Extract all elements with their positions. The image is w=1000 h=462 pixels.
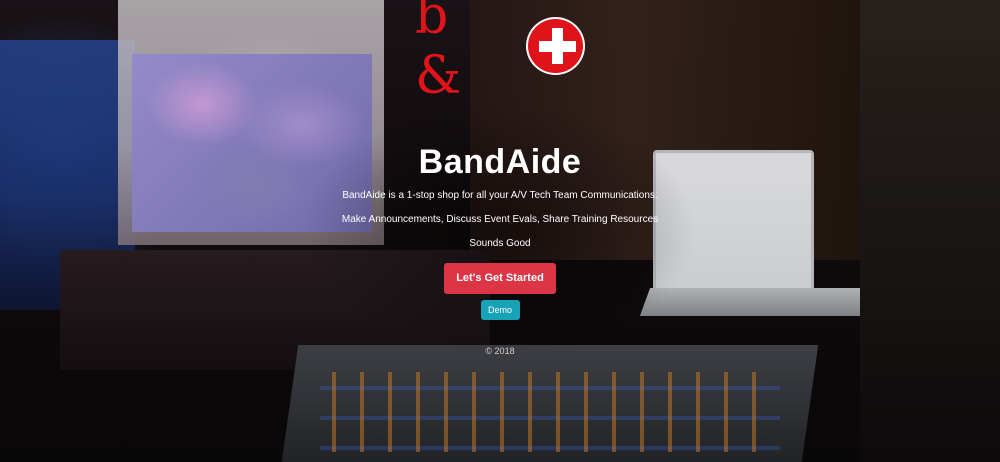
copyright-text: © 2018 [485, 346, 515, 356]
features-text: Make Announcements, Discuss Event Evals,… [341, 214, 659, 225]
site-logo: b & [415, 0, 585, 106]
demo-button[interactable]: Demo [480, 300, 520, 320]
motto-text: Sounds Good [469, 238, 531, 249]
page-title: BandAide [418, 143, 582, 181]
red-cross-icon [525, 17, 585, 75]
tagline-text: BandAide is a 1-stop shop for all your A… [342, 190, 658, 201]
logo-text: b & [415, 0, 464, 106]
hero-section: BandAide BandAide is a 1-stop shop for a… [0, 140, 1000, 356]
get-started-button[interactable]: Let's Get Started [444, 263, 556, 294]
